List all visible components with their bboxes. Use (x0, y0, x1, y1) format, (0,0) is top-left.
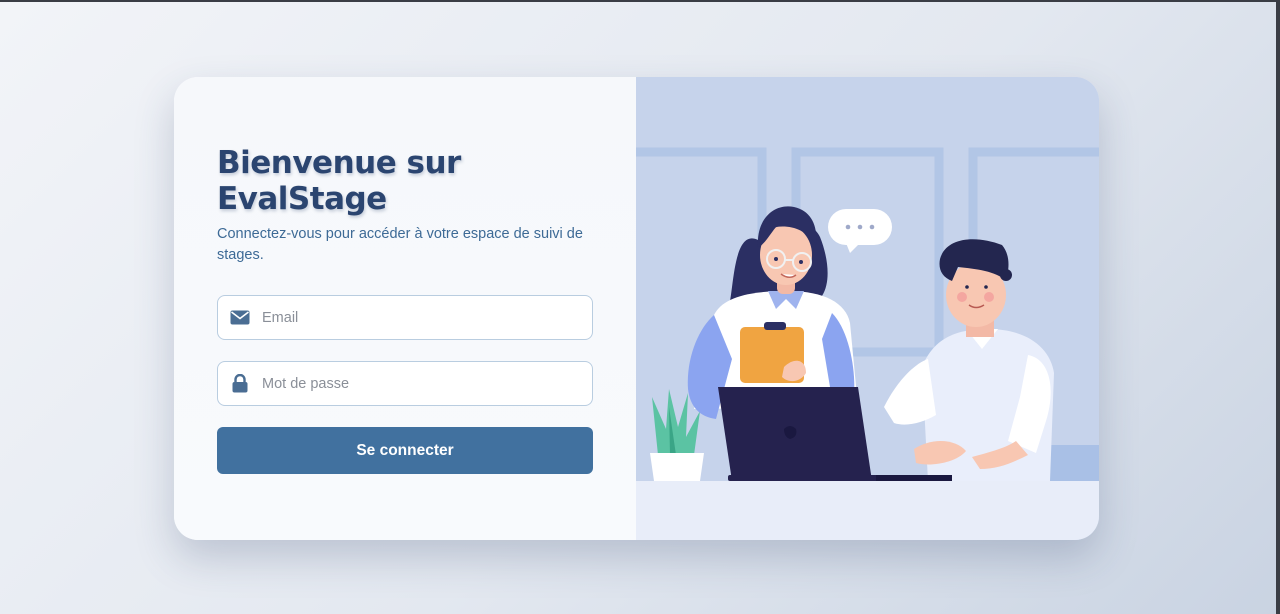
email-field[interactable] (217, 295, 593, 340)
page-title: Bienvenue sur EvalStage (217, 145, 461, 217)
desk-floor (636, 481, 1099, 540)
login-panel: Bienvenue sur EvalStage Connectez-vous p… (174, 77, 636, 540)
password-field[interactable] (217, 361, 593, 406)
team-illustration (636, 77, 1099, 540)
page-subtitle: Connectez-vous pour accéder à votre espa… (217, 226, 583, 263)
envelope-icon (218, 296, 262, 339)
login-button[interactable]: Se connecter (217, 427, 593, 474)
login-card: Bienvenue sur EvalStage Connectez-vous p… (174, 77, 1099, 540)
illustration-panel (636, 77, 1099, 540)
lock-icon (218, 362, 262, 405)
password-input[interactable] (262, 363, 562, 404)
email-input[interactable] (262, 297, 562, 338)
